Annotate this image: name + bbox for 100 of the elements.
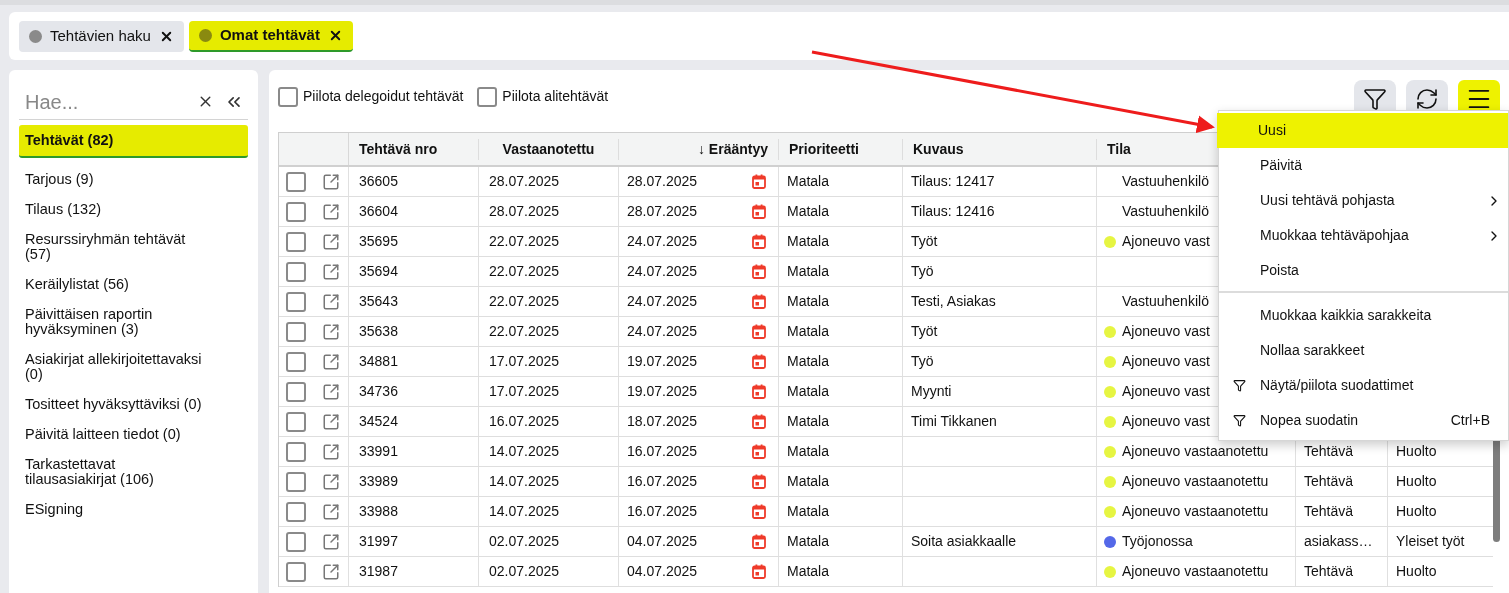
checkbox[interactable] [286, 351, 306, 372]
table-cell-text: Vastuuhenkilö [1122, 172, 1209, 191]
table-cell-text: 14.07.2025 [489, 472, 560, 491]
checkbox[interactable] [286, 441, 306, 462]
table-cell-text: Matala [787, 232, 830, 251]
column-header[interactable]: Kuvaus [913, 138, 964, 160]
table-cell-text: 04.07.2025 [627, 562, 698, 581]
sidebar-item[interactable]: Resurssiryhmän tehtävät (57) [19, 224, 248, 269]
table-cell-text: Huolto [1396, 442, 1437, 461]
checkbox[interactable] [278, 86, 298, 107]
sidebar-item[interactable]: Tarjous (9) [19, 164, 248, 194]
filter-icon [1233, 379, 1246, 392]
table-cell-text: 24.07.2025 [627, 262, 698, 281]
open-link-icon[interactable] [322, 502, 340, 521]
open-link-icon[interactable] [322, 472, 340, 491]
calendar-icon [752, 504, 766, 519]
filter-icon [1233, 414, 1246, 427]
menu-item[interactable]: Muokkaa tehtäväpohjaa [1219, 218, 1508, 253]
table-cell-text: Matala [787, 472, 830, 491]
table-cell-text: Matala [787, 382, 830, 401]
table-cell-text: 35694 [359, 262, 398, 281]
column-header[interactable]: Vastaanotettu [502, 138, 595, 160]
sidebar-item[interactable]: Tarkastettavat tilausasiakirjat (106) [19, 449, 248, 494]
sidebar-item[interactable]: Tehtävät (82) [19, 125, 248, 158]
checkbox[interactable] [286, 231, 306, 252]
menu-item[interactable]: Nollaa sarakkeet [1219, 333, 1508, 368]
checkbox[interactable] [286, 561, 306, 582]
table-cell-text: asiakass… [1304, 532, 1373, 551]
sidebar-item[interactable]: Asiakirjat allekirjoitettavaksi (0) [19, 344, 248, 389]
table-cell-text: 31987 [359, 562, 398, 581]
table-cell-text: Työ [911, 262, 934, 281]
table-cell-text: 14.07.2025 [489, 442, 560, 461]
table-cell-text: 34736 [359, 382, 398, 401]
table-cell-text: 33988 [359, 502, 398, 521]
menu-item[interactable]: Päivitä [1219, 148, 1508, 183]
checkbox-label: Piilota alitehtävät [502, 87, 609, 106]
checkbox[interactable] [286, 201, 306, 222]
calendar-icon [752, 294, 766, 309]
column-header[interactable]: ↓ Erääntyy [697, 138, 768, 160]
refresh-icon [1415, 87, 1439, 111]
table-cell-text: 02.07.2025 [489, 532, 560, 551]
checkbox[interactable] [286, 291, 306, 312]
menu-item[interactable]: Näytä/piilota suodattimet [1219, 368, 1508, 403]
checkbox[interactable] [286, 171, 306, 192]
sidebar-item[interactable]: ESigning [19, 494, 248, 524]
checkbox[interactable] [477, 86, 498, 107]
checkbox[interactable] [286, 321, 306, 342]
table-cell-text: 33991 [359, 442, 398, 461]
column-header[interactable]: Tila [1107, 138, 1131, 160]
checkbox[interactable] [286, 501, 306, 522]
open-link-icon[interactable] [322, 202, 340, 221]
table-cell-text: Testi, Asiakas [911, 292, 996, 311]
table-cell-text: Tehtävä [1304, 562, 1354, 581]
sidebar-item[interactable]: Päivitä laitteen tiedot (0) [19, 419, 248, 449]
table-cell-text: Työt [911, 322, 938, 341]
table-cell-text: Ajoneuvo vast [1122, 232, 1210, 251]
column-header[interactable]: Tehtävä nro [359, 138, 438, 160]
sidebar-item[interactable]: Tositteet hyväksyttäviksi (0) [19, 389, 248, 419]
open-link-icon[interactable] [322, 562, 340, 581]
checkbox[interactable] [286, 471, 306, 492]
table-cell-text: 24.07.2025 [627, 322, 698, 341]
menu-item[interactable]: Uusi tehtävä pohjasta [1219, 183, 1508, 218]
open-link-icon[interactable] [322, 382, 340, 401]
sidebar-item[interactable]: Tilaus (132) [19, 194, 248, 224]
table-cell-text: Ajoneuvo vastaanotettu [1122, 472, 1269, 491]
menu-item[interactable]: Nopea suodatin Ctrl+B [1219, 403, 1508, 438]
open-link-icon[interactable] [322, 232, 340, 251]
open-link-icon[interactable] [322, 352, 340, 371]
table-cell-text: Ajoneuvo vast [1122, 382, 1210, 401]
open-link-icon[interactable] [322, 322, 340, 341]
menu-item[interactable]: Muokkaa kaikkia sarakkeita [1219, 298, 1508, 333]
checkbox[interactable] [286, 411, 306, 432]
calendar-icon [752, 474, 766, 489]
filter-icon [1363, 87, 1387, 111]
table-cell-text: 17.07.2025 [489, 382, 560, 401]
table-cell-text: Tehtävä [1304, 442, 1354, 461]
menu-item[interactable]: Uusi [1217, 113, 1508, 148]
open-link-icon[interactable] [322, 292, 340, 311]
tab[interactable]: Tehtävien haku [19, 20, 184, 52]
checkbox[interactable] [286, 531, 306, 552]
open-link-icon[interactable] [322, 262, 340, 281]
checkbox[interactable] [286, 381, 306, 402]
open-link-icon[interactable] [322, 532, 340, 551]
checkbox-label: Piilota delegoidut tehtävät [303, 87, 464, 106]
column-header[interactable]: Prioriteetti [789, 138, 859, 160]
calendar-icon [752, 444, 766, 459]
menu-item-label: Nollaa sarakkeet [1260, 341, 1365, 360]
checkbox[interactable] [286, 261, 306, 282]
table-cell-text: 18.07.2025 [627, 412, 698, 431]
calendar-icon [752, 384, 766, 399]
open-link-icon[interactable] [322, 172, 340, 191]
open-link-icon[interactable] [322, 412, 340, 431]
tab[interactable]: Omat tehtävät [188, 20, 353, 52]
sidebar-item[interactable]: Päivittäisen raportin hyväksyminen (3) [19, 299, 248, 344]
table-cell-text: Soita asiakkaalle [911, 532, 1017, 551]
menu-item[interactable]: Poista [1219, 253, 1508, 288]
table-cell-text: Matala [787, 412, 830, 431]
sidebar-item[interactable]: Keräilylistat (56) [19, 269, 248, 299]
open-link-icon[interactable] [322, 442, 340, 461]
search-field[interactable]: Hae... [25, 86, 197, 117]
